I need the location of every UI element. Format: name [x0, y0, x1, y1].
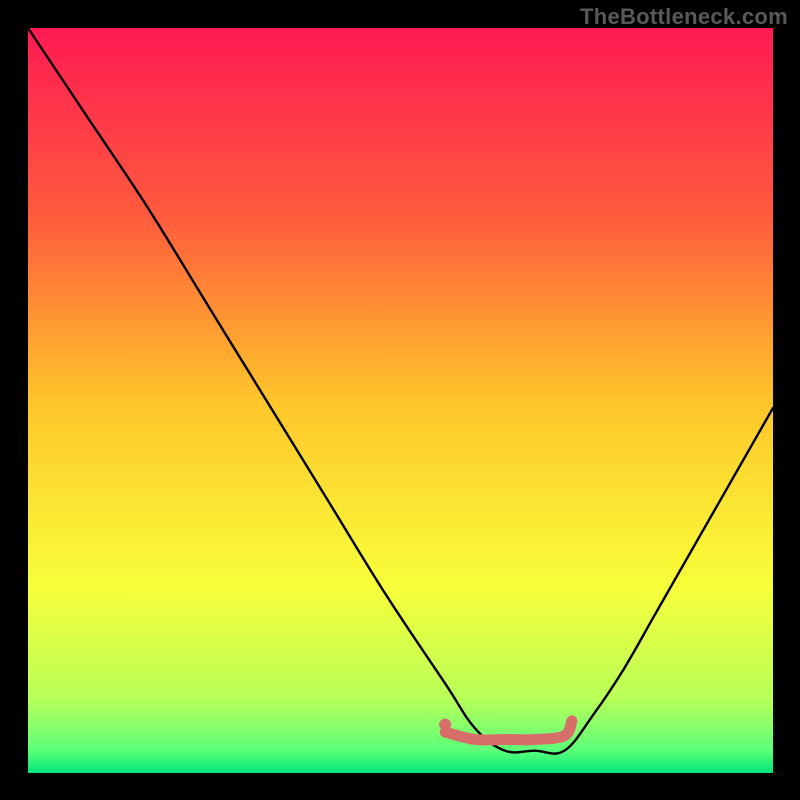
heat-background: [28, 28, 773, 773]
chart-stage: TheBottleneck.com: [0, 0, 800, 800]
chart-svg: [28, 28, 773, 773]
attribution-text: TheBottleneck.com: [580, 4, 788, 30]
chart-plot-area: [28, 28, 773, 773]
optimal-start-dot: [439, 719, 451, 731]
